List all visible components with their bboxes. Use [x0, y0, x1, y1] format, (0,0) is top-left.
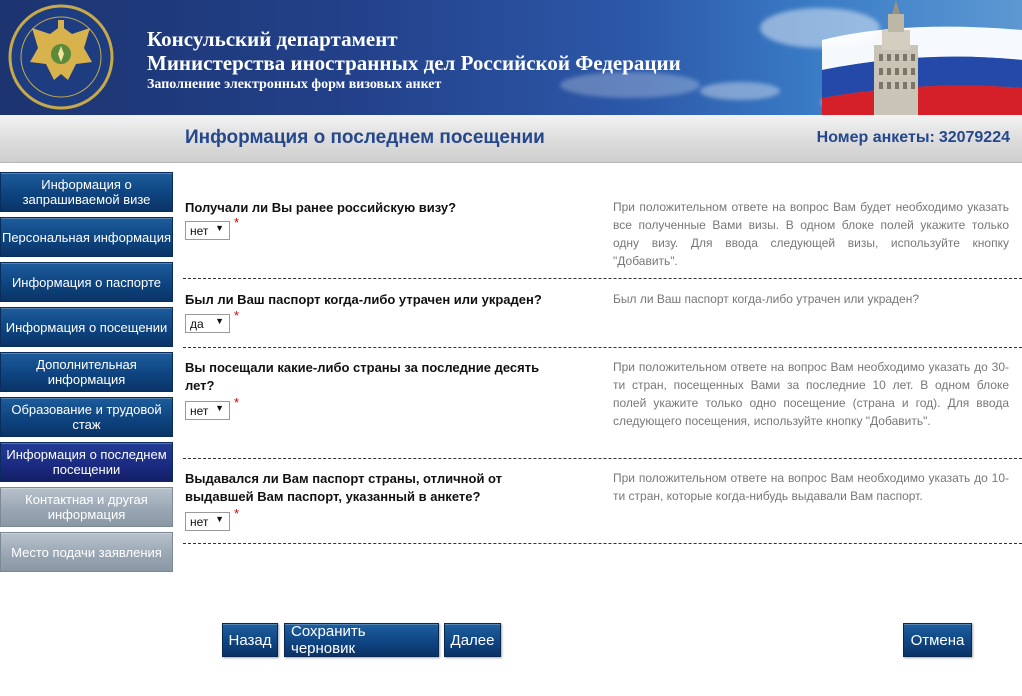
sidebar-item-additional-info[interactable]: Дополнительная информация [0, 352, 173, 392]
question-label: Был ли Ваш паспорт когда-либо утрачен ил… [185, 292, 542, 307]
sidebar-item-passport-info[interactable]: Информация о паспорте [0, 262, 173, 302]
sidebar-item-label: Дополнительная информация [36, 357, 137, 387]
anketa-number-value: 32079224 [938, 129, 1010, 146]
sidebar-item-visa-info[interactable]: Информация о запрашиваемой визе [0, 172, 173, 212]
sidebar-item-label: Информация о паспорте [11, 274, 162, 290]
dropdown-arrow-icon: ▼ [215, 514, 224, 524]
question-hint: При положительном ответе на вопрос Вам б… [613, 200, 1009, 268]
required-marker: * [234, 308, 240, 323]
sidebar-item-submission-place[interactable]: Место подачи заявления [0, 532, 173, 572]
sidebar-item-visit-info[interactable]: Информация о посещении [0, 307, 173, 347]
question-block-prior-visa: Получали ли Вы ранее российскую визу? не… [183, 187, 1022, 279]
question-label: Получали ли Вы ранее российскую визу? [185, 200, 457, 215]
question-block-lost-passport: Был ли Ваш паспорт когда-либо утрачен ил… [183, 279, 1022, 348]
prior-visa-select[interactable]: нет ▼ [185, 221, 230, 240]
sidebar-item-label: Информация о посещении [5, 319, 168, 335]
cancel-button[interactable]: Отмена [903, 623, 972, 657]
visited-countries-select[interactable]: нет ▼ [185, 401, 230, 420]
select-value: нет [190, 223, 209, 238]
dropdown-arrow-icon: ▼ [215, 403, 224, 413]
question-block-other-passport: Выдавался ли Вам паспорт страны, отлично… [183, 459, 1022, 544]
header-title-ministry: Министерства иностранных дел Российской … [147, 51, 681, 75]
sidebar-item-label: Контактная и другая информация [25, 492, 148, 522]
sidebar-item-label: Информация о последнем посещении [6, 447, 167, 477]
sidebar-item-label: Информация о запрашиваемой визе [22, 177, 151, 207]
mfa-emblem-icon [8, 4, 114, 110]
sidebar-item-education-work[interactable]: Образование и трудовой стаж [0, 397, 173, 437]
select-value: да [190, 316, 204, 331]
title-bar: Информация о последнем посещении Номер а… [0, 115, 1022, 163]
sidebar-item-personal-info[interactable]: Персональная информация [0, 217, 173, 257]
header-subtitle: Заполнение электронных форм визовых анке… [147, 77, 442, 92]
page-title: Информация о последнем посещении [185, 127, 545, 148]
sidebar-item-contact-info[interactable]: Контактная и другая информация [0, 487, 173, 527]
required-marker: * [234, 215, 240, 230]
question-hint: При положительном ответе на вопрос Вам н… [613, 471, 1009, 503]
sidebar-item-last-visit[interactable]: Информация о последнем посещении [0, 442, 173, 482]
anketa-number: Номер анкеты: 32079224 [813, 129, 1010, 147]
next-button[interactable]: Далее [444, 623, 501, 657]
lost-passport-select[interactable]: да ▼ [185, 314, 230, 333]
save-draft-button[interactable]: Сохранить черновик [284, 623, 439, 657]
required-marker: * [234, 395, 240, 410]
sidebar-item-label: Персональная информация [1, 229, 172, 245]
required-marker: * [234, 506, 240, 521]
sidebar-nav: Информация о запрашиваемой визе Персонал… [0, 172, 173, 577]
question-label: Выдавался ли Вам паспорт страны, отлично… [185, 471, 503, 504]
header-title-department: Консульский департамент [147, 27, 398, 51]
select-value: нет [190, 514, 209, 529]
form-content: Получали ли Вы ранее российскую визу? не… [183, 187, 1022, 544]
site-header: Консульский департамент Министерства ино… [0, 0, 1022, 115]
dropdown-arrow-icon: ▼ [215, 223, 224, 233]
dropdown-arrow-icon: ▼ [215, 316, 224, 326]
question-hint: При положительном ответе на вопрос Вам н… [613, 360, 1009, 428]
question-label: Вы посещали какие-либо страны за последн… [185, 360, 540, 393]
question-hint: Был ли Ваш паспорт когда-либо утрачен ил… [613, 292, 920, 306]
select-value: нет [190, 403, 209, 418]
question-block-visited-countries: Вы посещали какие-либо страны за последн… [183, 348, 1022, 459]
back-button[interactable]: Назад [222, 623, 278, 657]
sidebar-item-label: Образование и трудовой стаж [11, 402, 162, 432]
anketa-number-label: Номер анкеты: [816, 129, 935, 146]
russian-flag-building-icon [822, 0, 1022, 115]
sidebar-item-label: Место подачи заявления [11, 544, 162, 560]
other-passport-select[interactable]: нет ▼ [185, 512, 230, 531]
